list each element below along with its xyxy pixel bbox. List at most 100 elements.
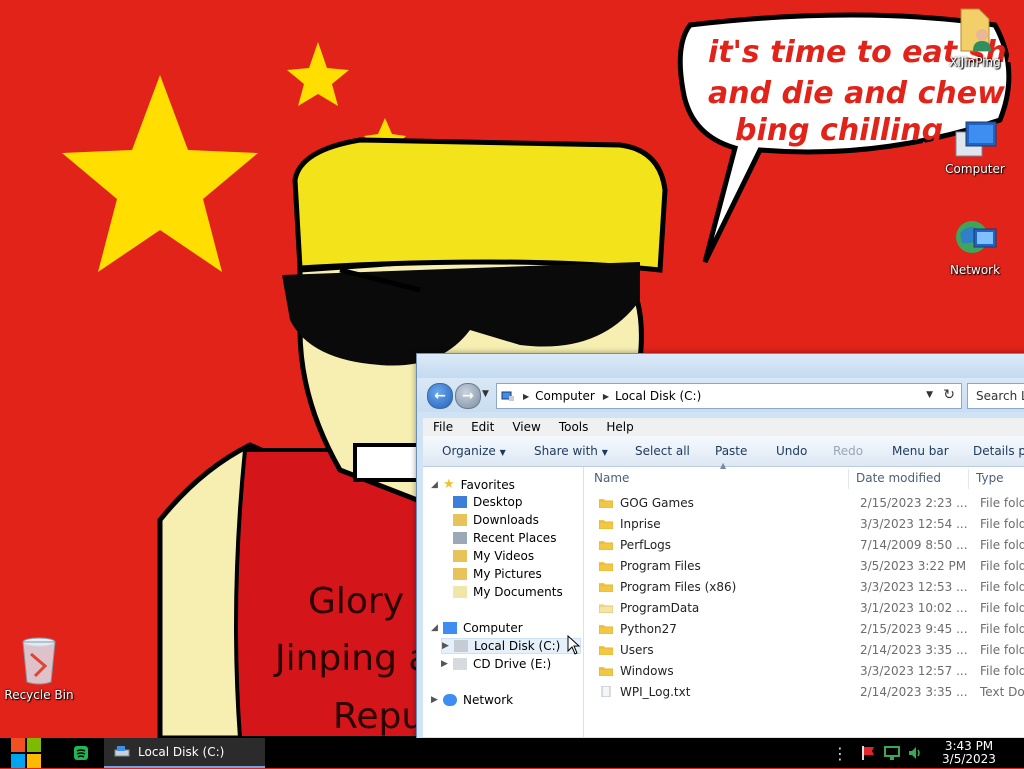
- menu-bar-button[interactable]: Menu bar: [892, 444, 949, 458]
- file-name: PerfLogs: [620, 538, 672, 552]
- folder-icon: [599, 520, 613, 529]
- folder-icon: [599, 667, 613, 676]
- recycle-bin-icon: [22, 637, 56, 685]
- desktop-icon-computer[interactable]: Computer: [935, 118, 1015, 176]
- expand-arrow-icon[interactable]: ▶: [441, 659, 453, 669]
- menu-view[interactable]: View: [512, 420, 540, 434]
- file-row[interactable]: Program Files (x86) 3/3/2023 12:53 ... Fil…: [584, 577, 1024, 598]
- file-type: File fold: [980, 664, 1024, 678]
- tree-favorites[interactable]: ◢ ★ Favorites: [431, 477, 515, 492]
- start-button[interactable]: [0, 738, 52, 768]
- file-row[interactable]: Python27 2/15/2023 9:45 ... File fold: [584, 619, 1024, 640]
- drive-icon: [114, 746, 130, 757]
- folder-icon: [599, 646, 613, 655]
- menu-edit[interactable]: Edit: [471, 420, 494, 434]
- window-titlebar[interactable]: [417, 354, 1024, 378]
- tree-downloads[interactable]: Downloads: [453, 513, 539, 527]
- file-row[interactable]: Users 2/14/2023 3:35 ... File fold: [584, 640, 1024, 661]
- paste-button[interactable]: Paste: [715, 444, 747, 458]
- column-date-header[interactable]: Date modified: [856, 471, 941, 485]
- undo-button[interactable]: Undo: [776, 444, 807, 458]
- refresh-icon[interactable]: ↻: [943, 387, 955, 403]
- windows-logo-icon: [11, 738, 41, 768]
- column-type-header[interactable]: Type: [976, 471, 1004, 485]
- file-type: File fold: [980, 559, 1024, 573]
- file-list[interactable]: Name ▲ Date modified Type GOG Games 2/15/…: [584, 461, 1024, 737]
- address-dropdown-icon[interactable]: ▼: [926, 390, 933, 400]
- star-icon: ★: [443, 477, 455, 492]
- file-type: File fold: [980, 580, 1024, 594]
- tree-my-videos[interactable]: My Videos: [453, 549, 534, 563]
- file-row[interactable]: Inprise 3/3/2023 12:54 ... File fold: [584, 514, 1024, 535]
- documents-icon: [453, 586, 467, 598]
- desktop-icon-label: Recycle Bin: [4, 688, 74, 702]
- navigation-pane[interactable]: ◢ ★ Favorites Desktop Downloads Recent P…: [423, 467, 584, 737]
- select-all-button[interactable]: Select all: [635, 444, 690, 458]
- expand-arrow-icon[interactable]: ▶: [442, 641, 454, 651]
- clock[interactable]: 3:43 PM 3/5/2023: [934, 740, 1004, 766]
- network-small-icon: [443, 694, 457, 706]
- tree-cd-drive-e[interactable]: ▶ CD Drive (E:): [441, 657, 551, 671]
- file-row[interactable]: PerfLogs 7/14/2009 8:50 ... File fold: [584, 535, 1024, 556]
- address-bar[interactable]: ▶ Computer ▶ Local Disk (C:) ▼ ↻: [496, 383, 962, 409]
- text-file-icon: [601, 686, 611, 697]
- explorer-window[interactable]: ← → ▼ ▶ Computer ▶ Local Disk (C:) ▼ ↻ S…: [416, 353, 1024, 745]
- forward-button[interactable]: →: [455, 383, 481, 409]
- tree-network[interactable]: ▶ Network: [431, 693, 513, 707]
- desktop-icon-network[interactable]: Network: [935, 215, 1015, 277]
- flag-icon[interactable]: [860, 745, 876, 761]
- collapse-arrow-icon[interactable]: ◢: [431, 480, 443, 490]
- folder-icon: [599, 562, 613, 571]
- breadcrumb-separator-icon[interactable]: ▶: [523, 392, 529, 401]
- expand-arrow-icon[interactable]: ▶: [431, 695, 443, 705]
- taskbar-pinned-app[interactable]: [64, 741, 98, 765]
- tree-computer[interactable]: ◢ Computer: [431, 621, 523, 635]
- desktop-icon-recycle-bin[interactable]: Recycle Bin: [0, 636, 79, 702]
- speech-line-3: bing chilling: [735, 113, 943, 148]
- file-type: File fold: [980, 517, 1024, 531]
- file-row[interactable]: Windows 3/3/2023 12:57 ... File fold: [584, 661, 1024, 682]
- breadcrumb-local-disk[interactable]: Local Disk (C:): [615, 389, 701, 403]
- search-input[interactable]: Search L: [967, 383, 1024, 409]
- cd-drive-icon: [453, 658, 467, 670]
- file-date: 3/5/2023 3:22 PM: [860, 559, 967, 573]
- menu-tools[interactable]: Tools: [559, 420, 589, 434]
- back-button[interactable]: ←: [427, 383, 453, 409]
- file-date: 3/3/2023 12:57 ...: [860, 664, 968, 678]
- menu-help[interactable]: Help: [606, 420, 633, 434]
- tree-my-pictures[interactable]: My Pictures: [453, 567, 542, 581]
- file-date: 2/15/2023 9:45 ...: [860, 622, 968, 636]
- details-pane-button[interactable]: Details pa: [973, 444, 1024, 458]
- tree-my-documents[interactable]: My Documents: [453, 585, 563, 599]
- tree-recent-places[interactable]: Recent Places: [453, 531, 556, 545]
- file-row[interactable]: GOG Games 2/15/2023 2:23 ... File fold: [584, 493, 1024, 514]
- network-status-icon[interactable]: [884, 745, 900, 761]
- menu-file[interactable]: File: [433, 420, 453, 434]
- user-folder-icon: [960, 8, 991, 52]
- file-name: Program Files (x86): [620, 580, 737, 594]
- tree-local-disk-c[interactable]: ▶ Local Disk (C:): [441, 638, 581, 654]
- volume-icon[interactable]: [908, 745, 924, 761]
- more-options-icon[interactable]: ⋮: [832, 744, 848, 763]
- column-name-header[interactable]: Name: [594, 471, 629, 485]
- file-type: File fold: [980, 496, 1024, 510]
- computer-icon: [955, 121, 997, 157]
- file-row[interactable]: WPI_Log.txt 2/14/2023 3:35 ... Text Do: [584, 682, 1024, 703]
- breadcrumb-computer[interactable]: Computer: [535, 389, 595, 403]
- history-dropdown-icon[interactable]: ▼: [482, 389, 489, 399]
- folder-icon: [599, 583, 613, 592]
- file-name: WPI_Log.txt: [620, 685, 691, 699]
- redo-button: Redo: [833, 444, 864, 458]
- desktop-icon-xijinping[interactable]: XiJinPing: [935, 5, 1015, 69]
- breadcrumb-separator-icon[interactable]: ▶: [603, 392, 609, 401]
- app-icon: [74, 746, 88, 760]
- tree-desktop[interactable]: Desktop: [453, 495, 523, 509]
- file-row[interactable]: ProgramData 3/1/2023 10:02 ... File fold: [584, 598, 1024, 619]
- file-name: Windows: [620, 664, 674, 678]
- organize-button[interactable]: Organize ▼: [442, 444, 506, 458]
- taskbar: Local Disk (C:) ⋮ 3:43 PM 3/5/2023: [0, 738, 1024, 768]
- collapse-arrow-icon[interactable]: ◢: [431, 623, 443, 633]
- file-row[interactable]: Program Files 3/5/2023 3:22 PM File fold: [584, 556, 1024, 577]
- share-with-button[interactable]: Share with ▼: [534, 444, 608, 458]
- taskbar-window-local-disk[interactable]: Local Disk (C:): [104, 738, 265, 768]
